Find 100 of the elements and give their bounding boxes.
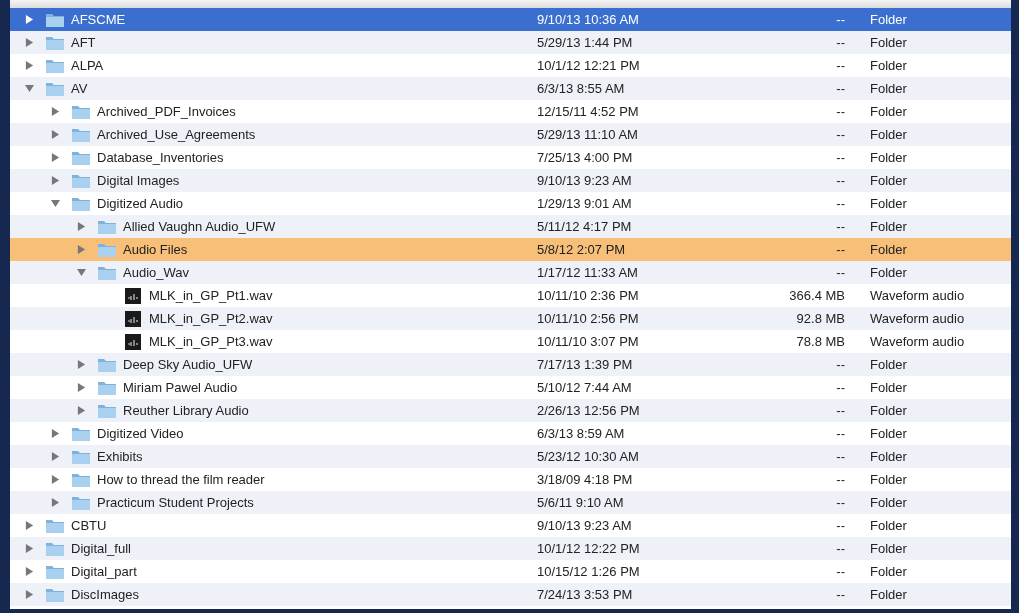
file-name: AV — [71, 79, 88, 98]
disclosure-triangle-right[interactable] — [25, 567, 34, 576]
disclosure-triangle-right[interactable] — [25, 590, 34, 599]
file-size: -- — [835, 424, 845, 443]
date-modified: 10/1/12 12:21 PM — [537, 56, 641, 75]
folder-icon — [45, 586, 65, 603]
file-row[interactable]: MLK_in_GP_Pt3.wav 10/11/10 3:07 PM 78.8 MB Waveform audio — [10, 330, 1011, 353]
file-row[interactable]: AFSCME 9/10/13 10:36 AM -- Folder — [10, 8, 1011, 31]
disclosure-triangle-right[interactable] — [51, 107, 60, 116]
file-size: 366.4 MB — [788, 286, 845, 305]
disclosure-triangle-right[interactable] — [25, 544, 34, 553]
file-kind: Folder — [869, 240, 907, 259]
file-size: -- — [835, 355, 845, 374]
file-row[interactable]: Deep Sky Audio_UFW 7/17/13 1:39 PM -- Folder — [10, 353, 1011, 376]
file-row[interactable]: Audio_Wav 1/17/12 11:33 AM -- Folder — [10, 261, 1011, 284]
file-size: -- — [835, 447, 845, 466]
file-size: 92.8 MB — [795, 309, 845, 328]
file-row[interactable]: Digitized Video 6/3/13 8:59 AM -- Folder — [10, 422, 1011, 445]
file-kind: Folder — [869, 562, 907, 581]
folder-icon — [97, 402, 117, 419]
disclosure-triangle-right[interactable] — [51, 452, 60, 461]
audio-file-icon — [123, 287, 143, 304]
file-row[interactable]: Archived_PDF_Invoices 12/15/11 4:52 PM -- Folder — [10, 100, 1011, 123]
disclosure-triangle-right[interactable] — [51, 176, 60, 185]
disclosure-triangle-right[interactable] — [51, 130, 60, 139]
folder-icon — [97, 356, 117, 373]
file-row[interactable]: MLK_in_GP_Pt2.wav 10/11/10 2:56 PM 92.8 MB Waveform audio — [10, 307, 1011, 330]
disclosure-triangle-right[interactable] — [77, 406, 86, 415]
date-modified: 5/8/12 2:07 PM — [537, 240, 627, 259]
disclosure-triangle-right[interactable] — [51, 429, 60, 438]
disclosure-triangle-right[interactable] — [51, 475, 60, 484]
disclosure-triangle-right[interactable] — [51, 153, 60, 162]
folder-icon — [45, 517, 65, 534]
file-kind: Folder — [869, 585, 907, 604]
file-kind: Folder — [869, 10, 907, 29]
file-name: How to thread the film reader — [97, 470, 265, 489]
file-row[interactable]: Digital Images 9/10/13 9:23 AM -- Folder — [10, 169, 1011, 192]
disclosure-triangle-right[interactable] — [25, 38, 34, 47]
file-kind: Folder — [869, 79, 907, 98]
file-row[interactable]: How to thread the film reader 3/18/09 4:18 PM -- Folder — [10, 468, 1011, 491]
file-row[interactable]: Archived_Use_Agreements 5/29/13 11:10 AM -- Folder — [10, 123, 1011, 146]
file-name: Deep Sky Audio_UFW — [123, 355, 253, 374]
file-kind: Folder — [869, 493, 907, 512]
disclosure-triangle-right[interactable] — [77, 222, 86, 231]
file-name: AFT — [71, 33, 96, 52]
file-row[interactable]: AV 6/3/13 8:55 AM -- Folder — [10, 77, 1011, 100]
file-row[interactable]: Reuther Library Audio 2/26/13 12:56 PM -- Folder — [10, 399, 1011, 422]
file-size: -- — [835, 263, 845, 282]
file-row[interactable]: ALPA 10/1/12 12:21 PM -- Folder — [10, 54, 1011, 77]
disclosure-triangle-right[interactable] — [77, 383, 86, 392]
date-modified: 5/29/13 1:44 PM — [537, 33, 634, 52]
folder-icon — [97, 241, 117, 258]
file-name: MLK_in_GP_Pt3.wav — [149, 332, 273, 351]
file-row[interactable]: Digital_full 10/1/12 12:22 PM -- Folder — [10, 537, 1011, 560]
date-modified: 7/24/13 3:53 PM — [537, 585, 634, 604]
file-size: -- — [835, 539, 845, 558]
file-row[interactable]: Exhibits 5/23/12 10:30 AM -- Folder — [10, 445, 1011, 468]
file-row[interactable]: Digital_part 10/15/12 1:26 PM -- Folder — [10, 560, 1011, 583]
file-row[interactable]: Digitized Audio 1/29/13 9:01 AM -- Folder — [10, 192, 1011, 215]
disclosure-triangle-down[interactable] — [51, 199, 60, 208]
file-kind: Folder — [869, 56, 907, 75]
file-size: -- — [835, 562, 845, 581]
file-kind: Folder — [869, 263, 907, 282]
disclosure-triangle-right[interactable] — [77, 245, 86, 254]
file-row[interactable]: Audio Files 5/8/12 2:07 PM -- Folder — [10, 238, 1011, 261]
folder-icon — [97, 379, 117, 396]
disclosure-triangle-right[interactable] — [25, 521, 34, 530]
file-row[interactable]: Allied Vaughn Audio_UFW 5/11/12 4:17 PM -- Folder — [10, 215, 1011, 238]
disclosure-triangle-right[interactable] — [25, 15, 34, 24]
disclosure-triangle-down[interactable] — [25, 84, 34, 93]
file-kind: Folder — [869, 539, 907, 558]
date-modified: 5/29/13 11:10 AM — [537, 125, 639, 144]
file-row[interactable]: DiscImages 7/24/13 3:53 PM -- Folder — [10, 583, 1011, 606]
file-row[interactable]: CBTU 9/10/13 9:23 AM -- Folder — [10, 514, 1011, 537]
date-modified: 5/6/11 9:10 AM — [537, 493, 625, 512]
file-size: -- — [835, 148, 845, 167]
disclosure-triangle-down[interactable] — [77, 268, 86, 277]
file-name: AFSCME — [71, 10, 126, 29]
folder-icon — [71, 195, 91, 212]
date-modified: 1/29/13 9:01 AM — [537, 194, 633, 213]
file-row[interactable]: Database_Inventories 7/25/13 4:00 PM -- Folder — [10, 146, 1011, 169]
file-size: -- — [835, 33, 845, 52]
file-size: -- — [835, 171, 845, 190]
file-kind: Folder — [869, 355, 907, 374]
disclosure-triangle-right[interactable] — [51, 498, 60, 507]
file-row[interactable]: Miriam Pawel Audio 5/10/12 7:44 AM -- Folder — [10, 376, 1011, 399]
disclosure-triangle-right[interactable] — [25, 61, 34, 70]
folder-icon — [71, 172, 91, 189]
file-size: -- — [835, 585, 845, 604]
file-kind: Folder — [869, 447, 907, 466]
disclosure-triangle-right[interactable] — [77, 360, 86, 369]
date-modified: 10/15/12 1:26 PM — [537, 562, 641, 581]
file-name: Audio Files — [123, 240, 188, 259]
file-size: 78.8 MB — [795, 332, 845, 351]
audio-file-icon — [123, 310, 143, 327]
file-kind: Folder — [869, 148, 907, 167]
file-row[interactable]: AFT 5/29/13 1:44 PM -- Folder — [10, 31, 1011, 54]
file-row[interactable]: Practicum Student Projects 5/6/11 9:10 AM -- Folder — [10, 491, 1011, 514]
file-row[interactable]: MLK_in_GP_Pt1.wav 10/11/10 2:36 PM 366.4 MB Waveform audio — [10, 284, 1011, 307]
file-name: Allied Vaughn Audio_UFW — [123, 217, 276, 236]
